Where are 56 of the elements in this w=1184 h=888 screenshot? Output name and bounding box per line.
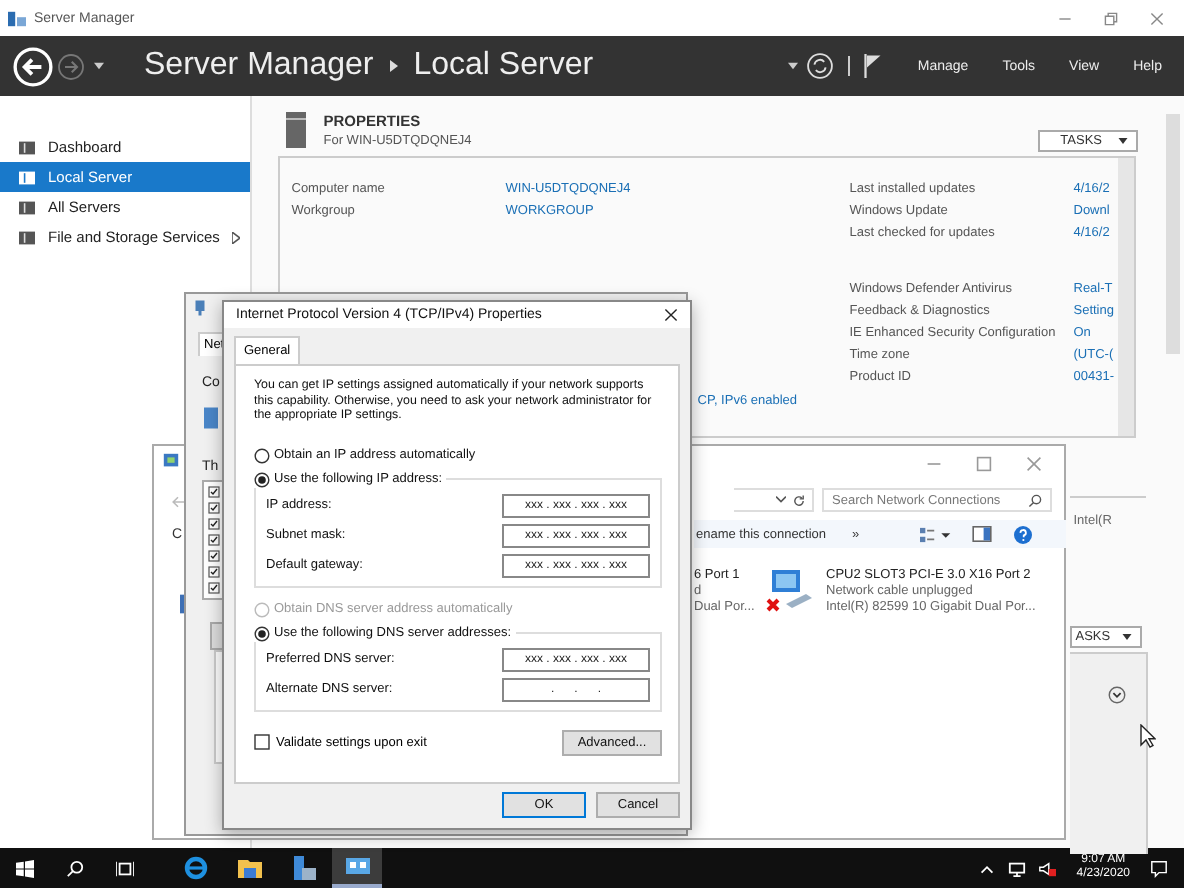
radio-button[interactable] — [254, 471, 270, 487]
mouse-pointer-icon — [1140, 724, 1156, 748]
network-icon[interactable] — [1008, 859, 1027, 877]
checkbox-icon[interactable] — [208, 534, 220, 546]
breadcrumb-item[interactable]: Local Server — [413, 48, 594, 84]
checkbox-icon[interactable] — [208, 566, 220, 578]
address-bar[interactable] — [734, 488, 814, 512]
checkbox-icon[interactable] — [208, 550, 220, 562]
back-arrow-icon[interactable] — [170, 494, 186, 510]
caret-icon — [1118, 138, 1128, 144]
checkbox-icon[interactable] — [208, 518, 220, 530]
speaker-muted-icon[interactable] — [1038, 859, 1057, 877]
network-icon — [345, 854, 369, 878]
expand-icon[interactable] — [1107, 686, 1126, 704]
network-adapter-icon[interactable] — [766, 568, 814, 616]
network-icon — [194, 300, 206, 316]
search-icon — [1028, 493, 1042, 507]
checkbox-icon[interactable] — [208, 582, 220, 594]
caret-icon — [1122, 634, 1133, 640]
maximize-icon[interactable] — [976, 456, 992, 472]
folder-icon — [237, 856, 261, 880]
separator-icon — [389, 60, 398, 72]
taskbar-app[interactable] — [332, 848, 382, 888]
server-icon — [18, 139, 36, 155]
caret-icon[interactable] — [787, 62, 798, 70]
flag-icon[interactable] — [863, 54, 882, 78]
server-icon — [18, 229, 36, 245]
help-icon[interactable] — [1013, 525, 1032, 543]
back-button[interactable] — [12, 45, 54, 87]
checkbox-icon[interactable] — [208, 486, 220, 498]
task-view-icon[interactable] — [116, 859, 134, 877]
breadcrumb-item[interactable]: Server Manager — [144, 48, 374, 84]
caret-icon[interactable] — [776, 496, 786, 504]
checkbox-icon[interactable] — [254, 734, 270, 750]
server-icon — [291, 856, 315, 880]
server-icon — [18, 169, 36, 185]
close-icon[interactable] — [664, 308, 678, 322]
expand-icon[interactable] — [231, 231, 240, 243]
checkbox-icon[interactable] — [208, 502, 220, 514]
view-options-icon[interactable] — [919, 525, 952, 543]
caret-icon[interactable] — [94, 62, 104, 70]
scrollbar[interactable] — [1118, 158, 1134, 436]
search-icon[interactable] — [66, 859, 84, 877]
preview-pane-icon[interactable] — [971, 526, 992, 542]
globe-ring-icon — [183, 856, 207, 880]
restore-icon[interactable] — [1104, 11, 1118, 25]
start-icon[interactable] — [16, 859, 34, 877]
radio-button[interactable] — [254, 447, 270, 463]
server-icon — [285, 112, 306, 148]
refresh-icon[interactable] — [792, 493, 806, 507]
radio-button[interactable] — [254, 625, 270, 641]
server-icon — [18, 199, 36, 215]
notification-icon[interactable] — [1150, 859, 1168, 877]
network-icon — [162, 452, 180, 470]
app-icon — [8, 9, 26, 27]
scrollbar[interactable] — [1166, 114, 1180, 354]
